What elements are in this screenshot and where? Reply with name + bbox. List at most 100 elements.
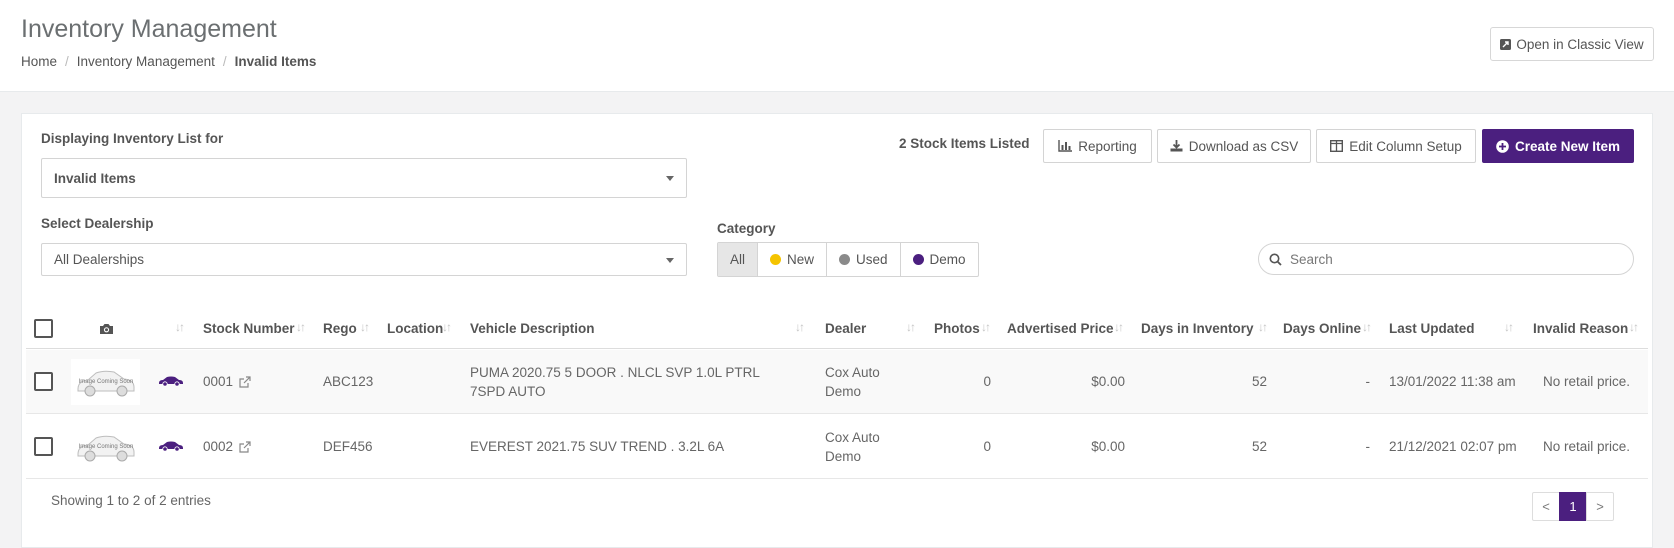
rego-cell: DEF456 [323, 439, 373, 454]
row-checkbox[interactable] [34, 437, 53, 456]
dealership-value: All Dealerships [54, 252, 145, 267]
price-cell: $0.00 [1091, 439, 1125, 454]
new-dot-icon [770, 254, 782, 265]
category-new-label: New [787, 252, 815, 267]
sort-icon[interactable]: ↓↑ [906, 320, 916, 334]
stock-number-cell[interactable]: 0001 [203, 372, 251, 391]
row-checkbox-cell [34, 372, 53, 391]
download-icon [1170, 140, 1183, 152]
sort-icon[interactable]: ↓↑ [981, 320, 991, 334]
sort-icon[interactable]: ↓↑ [1258, 320, 1268, 334]
external-link-icon[interactable] [239, 375, 251, 388]
breadcrumb-separator: / [222, 54, 227, 69]
entries-info: Showing 1 to 2 of 2 entries [51, 493, 211, 508]
open-classic-view-button[interactable]: Open in Classic View [1490, 27, 1654, 61]
photos-cell: 0 [983, 439, 991, 454]
select-all-cell [34, 308, 53, 349]
photo-column-header [99, 308, 114, 349]
used-dot-icon [839, 254, 851, 265]
vehicle-thumbnail[interactable]: Image Coming Soon [71, 424, 140, 470]
search-icon [1269, 253, 1282, 266]
page-title: Inventory Management [21, 15, 277, 43]
vehicle-description-cell: EVEREST 2021.75 SUV TREND . 3.2L 6A [470, 439, 725, 454]
days-inventory-cell: 52 [1251, 374, 1267, 389]
category-filter: All New Used Demo [717, 242, 979, 277]
category-used-button[interactable]: Used [827, 243, 901, 276]
price-cell: $0.00 [1091, 374, 1125, 389]
breadcrumb-current: Invalid Items [234, 54, 317, 69]
vehicle-thumbnail[interactable]: Image Coming Soon [71, 359, 140, 405]
breadcrumb-inventory[interactable]: Inventory Management [77, 54, 215, 69]
column-advertised-price[interactable]: Advertised Price [1007, 308, 1114, 349]
reporting-button[interactable]: Reporting [1043, 129, 1152, 163]
chevron-down-icon [666, 257, 674, 263]
vehicle-description-cell: PUMA 2020.75 5 DOOR . NLCL SVP 1.0L PTRL… [470, 365, 760, 399]
sort-icon[interactable]: ↓↑ [442, 320, 452, 334]
external-square-icon [1500, 38, 1512, 50]
days-inventory-cell: 52 [1251, 439, 1267, 454]
create-new-item-button[interactable]: Create New Item [1482, 129, 1634, 163]
plus-circle-icon [1496, 139, 1509, 153]
column-days-in-inventory[interactable]: Days in Inventory [1141, 308, 1254, 349]
days-online-cell: - [1365, 439, 1371, 454]
column-last-updated[interactable]: Last Updated [1389, 308, 1475, 349]
sort-icon[interactable]: ↓↑ [1629, 320, 1639, 334]
category-demo-label: Demo [929, 252, 966, 267]
car-placeholder-image: Image Coming Soon [71, 424, 140, 470]
sort-icon[interactable]: ↓↑ [296, 320, 306, 334]
invalid-reason-cell: No retail price. [1543, 439, 1631, 454]
breadcrumb-separator: / [65, 54, 69, 69]
pagination-page-1[interactable]: 1 [1559, 492, 1587, 521]
column-photos[interactable]: Photos [934, 308, 980, 349]
download-csv-button[interactable]: Download as CSV [1157, 129, 1311, 163]
columns-icon [1330, 140, 1344, 152]
sort-icon[interactable]: ↓↑ [795, 320, 805, 334]
column-dealer[interactable]: Dealer [825, 308, 866, 349]
row-checkbox[interactable] [34, 372, 53, 391]
column-stock-number[interactable]: Stock Number [203, 308, 295, 349]
category-all-button[interactable]: All [718, 243, 759, 276]
sort-icon[interactable]: ↓↑ [1114, 320, 1124, 334]
column-location[interactable]: Location [387, 308, 443, 349]
pagination-prev-button[interactable]: < [1532, 492, 1560, 521]
sort-icon[interactable]: ↓↑ [360, 320, 370, 334]
sort-icon[interactable]: ↓↑ [1362, 320, 1372, 334]
inventory-list-select[interactable]: Invalid Items [41, 158, 687, 198]
demo-dot-icon [912, 254, 924, 265]
last-updated-cell: 13/01/2022 11:38 am [1389, 374, 1516, 389]
category-label: Category [717, 221, 776, 236]
search-box [1258, 243, 1634, 275]
invalid-reason-cell: No retail price. [1543, 374, 1631, 389]
table-header: ↓↑ Stock Number ↓↑ Rego ↓↑ Location ↓↑ V… [26, 308, 1648, 349]
days-online-cell: - [1365, 374, 1371, 389]
sort-icon[interactable]: ↓↑ [1504, 320, 1514, 334]
stock-number-cell[interactable]: 0002 [203, 437, 251, 456]
last-updated-cell: 21/12/2021 02:07 pm [1389, 439, 1517, 454]
breadcrumb-home[interactable]: Home [21, 54, 57, 69]
pagination-next-button[interactable]: > [1586, 492, 1614, 521]
category-new-button[interactable]: New [758, 243, 828, 276]
table-row[interactable]: Image Coming Soon 0001 ABC123 PUMA 2020.… [26, 350, 1648, 414]
category-demo-button[interactable]: Demo [901, 243, 978, 276]
dealership-label: Select Dealership [41, 216, 154, 231]
stock-count: 2 Stock Items Listed [899, 136, 1030, 151]
column-invalid-reason[interactable]: Invalid Reason [1533, 308, 1628, 349]
category-used-label: Used [856, 252, 888, 267]
dealer-cell: Cox Auto Demo [825, 430, 880, 464]
table-row[interactable]: Image Coming Soon 0002 DEF456 EVEREST 20… [26, 415, 1648, 479]
edit-column-setup-button[interactable]: Edit Column Setup [1316, 129, 1476, 163]
column-days-online[interactable]: Days Online [1283, 308, 1361, 349]
external-link-icon[interactable] [239, 440, 251, 453]
rego-cell: ABC123 [323, 374, 374, 389]
open-classic-view-label: Open in Classic View [1516, 36, 1644, 52]
sort-icon[interactable]: ↓↑ [175, 320, 185, 334]
car-category-icon [158, 440, 184, 452]
column-rego[interactable]: Rego [323, 308, 357, 349]
search-input[interactable] [1290, 251, 1610, 267]
download-csv-label: Download as CSV [1188, 138, 1299, 154]
column-vehicle-description[interactable]: Vehicle Description [470, 308, 595, 349]
select-all-checkbox[interactable] [34, 319, 53, 338]
dealership-select[interactable]: All Dealerships [41, 243, 687, 276]
car-category-icon [158, 375, 184, 387]
photos-cell: 0 [983, 374, 991, 389]
